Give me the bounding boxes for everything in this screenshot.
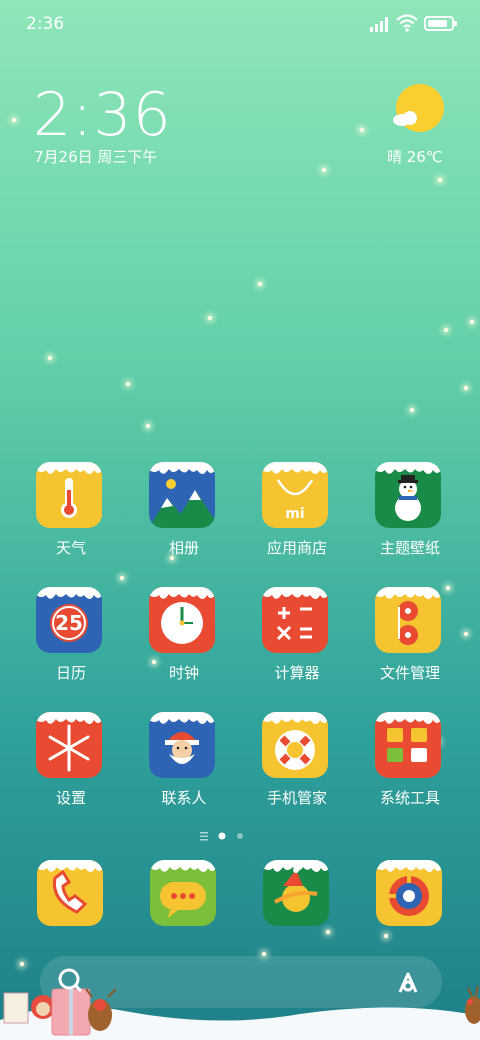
sparkle-decoration — [326, 930, 330, 934]
christmas-decoration-image — [3, 968, 117, 1036]
folder-icon — [375, 712, 441, 778]
app-film-reel[interactable]: 文件管理 — [354, 587, 466, 687]
app-label: 设置 — [55, 789, 86, 807]
sun-cloud-icon[interactable] — [392, 84, 444, 136]
shopping-bag-icon: mi — [262, 462, 328, 528]
sparkle-decoration — [438, 178, 442, 182]
dock-camera-icon[interactable] — [376, 860, 442, 926]
clock-icon — [149, 587, 215, 653]
battery-icon — [424, 16, 457, 31]
wifi-icon — [396, 14, 418, 32]
snowman-icon — [375, 462, 441, 528]
app-lifebuoy[interactable]: 手机管家 — [241, 712, 353, 812]
santa-icon — [149, 712, 215, 778]
calculator-icon — [262, 587, 328, 653]
app-label: 时钟 — [168, 664, 199, 682]
sparkle-decoration — [360, 128, 364, 132]
sparkle-decoration — [444, 328, 448, 332]
app-label: 文件管理 — [379, 664, 440, 682]
status-time: 2:36 — [26, 14, 65, 34]
sparkle-decoration — [470, 320, 474, 324]
app-label: 系统工具 — [379, 789, 440, 807]
dock-phone-icon[interactable] — [37, 860, 103, 926]
app-label: 手机管家 — [266, 789, 327, 807]
svg-text:25: 25 — [55, 611, 83, 635]
dock-message-icon[interactable] — [150, 860, 216, 926]
app-santa[interactable]: 联系人 — [128, 712, 240, 812]
app-label: 主题壁纸 — [379, 539, 440, 557]
sparkle-decoration — [12, 118, 16, 122]
app-snowman[interactable]: 主题壁纸 — [354, 462, 466, 562]
thermometer-icon — [36, 462, 102, 528]
sparkle-decoration — [126, 382, 130, 386]
page-indicator[interactable] — [200, 830, 260, 842]
signal-icon — [370, 17, 388, 32]
svg-text:mi: mi — [285, 506, 304, 522]
app-calendar[interactable]: 25 日历 — [15, 587, 127, 687]
app-folder[interactable]: 系统工具 — [354, 712, 466, 812]
app-label: 计算器 — [274, 664, 320, 682]
lockscreen-date[interactable]: 7月26日 周三下午 — [34, 146, 157, 167]
lockscreen-clock[interactable]: 2:36 — [33, 80, 172, 150]
app-label: 天气 — [55, 539, 86, 557]
sparkle-decoration — [208, 316, 212, 320]
weather-text[interactable]: 晴 26℃ — [387, 146, 443, 167]
app-label: 日历 — [55, 664, 86, 682]
app-label: 应用商店 — [266, 539, 327, 557]
app-shopping-bag[interactable]: mi 应用商店 — [241, 462, 353, 562]
calendar-icon: 25 — [36, 587, 102, 653]
sparkle-decoration — [322, 168, 326, 172]
app-thermometer[interactable]: 天气 — [15, 462, 127, 562]
app-mountain[interactable]: 相册 — [128, 462, 240, 562]
app-snowflake[interactable]: 设置 — [15, 712, 127, 812]
app-label: 联系人 — [161, 789, 207, 807]
reindeer-decoration-image — [465, 985, 480, 1024]
app-clock[interactable]: 时钟 — [128, 587, 240, 687]
sparkle-decoration — [384, 934, 388, 938]
app-calculator[interactable]: 计算器 — [241, 587, 353, 687]
sparkle-decoration — [48, 356, 52, 360]
film-reel-icon — [375, 587, 441, 653]
snowflake-icon — [36, 712, 102, 778]
sparkle-decoration — [120, 576, 124, 580]
app-label: 相册 — [168, 539, 199, 557]
sparkle-decoration — [258, 282, 262, 286]
status-bar: 2:36 — [0, 0, 480, 48]
sparkle-decoration — [146, 424, 150, 428]
sparkle-decoration — [464, 386, 468, 390]
lifebuoy-icon — [262, 712, 328, 778]
mountain-icon — [149, 462, 215, 528]
dock-browser-planet-icon[interactable] — [263, 860, 329, 926]
sparkle-decoration — [410, 408, 414, 412]
